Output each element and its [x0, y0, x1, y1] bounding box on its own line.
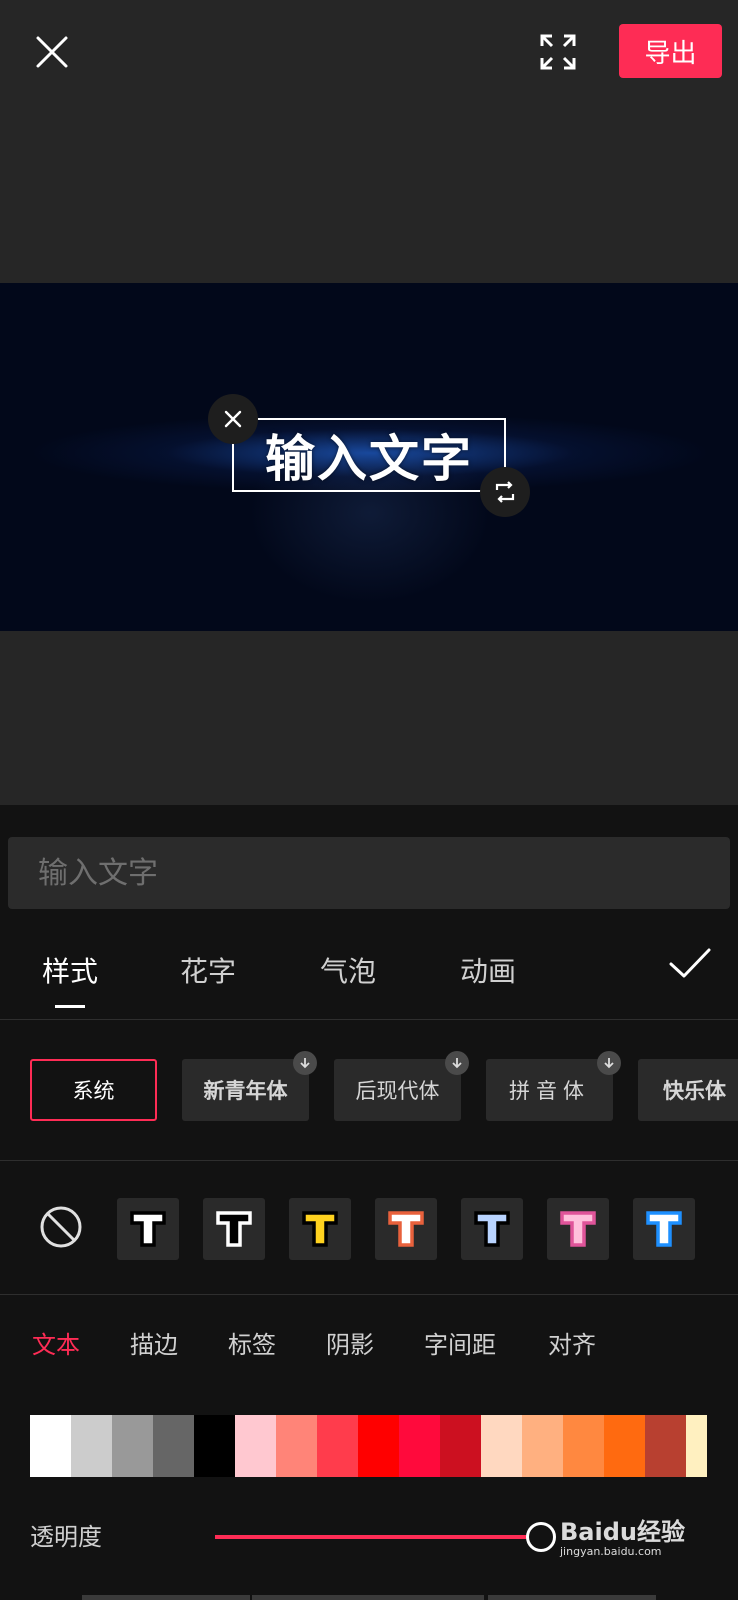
color-palette	[30, 1415, 708, 1477]
watermark-subtext: jingyan.baidu.com	[560, 1545, 662, 1558]
watermark-text: Baidu经验	[560, 1518, 685, 1546]
font-list: 系统 新青年体 后现代体 拼音体 快乐体	[0, 1021, 738, 1161]
text-overlay: 输入文字	[265, 430, 473, 488]
bottom-bar	[488, 1595, 656, 1600]
download-icon	[293, 1051, 317, 1075]
style-preset[interactable]	[203, 1198, 265, 1260]
opacity-slider-track[interactable]	[215, 1535, 541, 1539]
opacity-label: 透明度	[30, 1523, 102, 1551]
color-swatch[interactable]	[153, 1415, 194, 1477]
text-style-icon	[216, 1211, 252, 1247]
color-swatch[interactable]	[358, 1415, 399, 1477]
text-style-icon	[646, 1211, 682, 1247]
text-input[interactable]	[8, 837, 730, 909]
font-label: 快乐体	[663, 1079, 726, 1103]
tab-bubble[interactable]: 气泡	[320, 950, 376, 990]
style-preset[interactable]	[117, 1198, 179, 1260]
color-swatch[interactable]	[235, 1415, 276, 1477]
color-swatch[interactable]	[645, 1415, 686, 1477]
download-icon	[597, 1051, 621, 1075]
style-preset[interactable]	[547, 1198, 609, 1260]
font-chip-system[interactable]: 系统	[30, 1059, 157, 1121]
export-button[interactable]: 导出	[619, 24, 722, 78]
bottom-bar	[82, 1595, 250, 1600]
font-label: 后现代体	[355, 1079, 440, 1103]
style-preset[interactable]	[289, 1198, 351, 1260]
font-chip-kuaile[interactable]: 快乐体	[638, 1059, 738, 1121]
checkmark-icon	[669, 948, 711, 978]
bottom-bar	[252, 1595, 484, 1600]
style-preset[interactable]	[633, 1198, 695, 1260]
color-swatch[interactable]	[30, 1415, 71, 1477]
subtab-stroke[interactable]: 描边	[130, 1325, 178, 1360]
close-button[interactable]	[32, 32, 72, 72]
close-icon	[36, 36, 68, 68]
prohibited-icon	[40, 1206, 82, 1248]
text-style-icon	[388, 1211, 424, 1247]
tab-active-indicator	[55, 1005, 85, 1008]
color-swatch[interactable]	[440, 1415, 481, 1477]
text-style-icon	[302, 1211, 338, 1247]
color-swatch[interactable]	[194, 1415, 235, 1477]
watermark: Baidu经验 jingyan.baidu.com	[560, 1512, 710, 1558]
style-subtabs: 文本 描边 标签 阴影 字间距 对齐	[0, 1325, 738, 1365]
font-label: 拼音体	[509, 1079, 590, 1103]
subtab-letter-spacing[interactable]: 字间距	[424, 1325, 496, 1360]
text-style-icon	[130, 1211, 166, 1247]
text-rotate-scale-button[interactable]	[480, 467, 530, 517]
color-swatch[interactable]	[522, 1415, 563, 1477]
color-swatch[interactable]	[317, 1415, 358, 1477]
subtab-shadow[interactable]: 阴影	[326, 1325, 374, 1360]
text-delete-button[interactable]	[208, 394, 258, 444]
color-swatch[interactable]	[563, 1415, 604, 1477]
text-overlay-box[interactable]: 输入文字	[232, 418, 506, 492]
editor-tabs: 样式 花字 气泡 动画	[0, 940, 738, 1020]
subtab-label[interactable]: 标签	[228, 1325, 276, 1360]
font-chip-houxiandai[interactable]: 后现代体	[334, 1051, 469, 1121]
text-editor-panel: 样式 花字 气泡 动画 系统 新青年体 后现代体 拼音体 快乐体	[0, 805, 738, 1600]
close-icon	[224, 410, 242, 428]
bottom-bars	[0, 1595, 738, 1600]
style-preset[interactable]	[375, 1198, 437, 1260]
font-label: 系统	[72, 1079, 115, 1103]
color-swatch[interactable]	[481, 1415, 522, 1477]
tab-fancy-text[interactable]: 花字	[180, 950, 236, 990]
font-label: 新青年体	[203, 1079, 288, 1103]
opacity-slider-thumb[interactable]	[526, 1522, 556, 1552]
subtab-align[interactable]: 对齐	[548, 1325, 596, 1360]
color-swatch[interactable]	[112, 1415, 153, 1477]
fullscreen-icon	[540, 34, 576, 70]
no-style-button[interactable]	[38, 1204, 84, 1250]
fullscreen-button[interactable]	[538, 32, 578, 72]
download-icon	[445, 1051, 469, 1075]
text-style-icon	[474, 1211, 510, 1247]
preview-area: 导出 输入文字	[0, 0, 738, 805]
video-preview[interactable]: 输入文字	[0, 283, 738, 631]
color-swatch[interactable]	[686, 1415, 707, 1477]
rotate-icon	[495, 481, 515, 503]
color-swatch[interactable]	[276, 1415, 317, 1477]
tab-animation[interactable]: 动画	[460, 950, 516, 990]
color-swatch[interactable]	[604, 1415, 645, 1477]
color-swatch[interactable]	[71, 1415, 112, 1477]
tab-style[interactable]: 样式	[42, 950, 98, 990]
font-chip-xinqingnian[interactable]: 新青年体	[182, 1051, 317, 1121]
style-preset[interactable]	[461, 1198, 523, 1260]
subtab-text[interactable]: 文本	[32, 1325, 80, 1360]
color-swatch[interactable]	[399, 1415, 440, 1477]
text-style-icon	[560, 1211, 596, 1247]
confirm-button[interactable]	[665, 938, 715, 988]
font-chip-pinyin[interactable]: 拼音体	[486, 1051, 621, 1121]
style-presets	[0, 1162, 738, 1295]
